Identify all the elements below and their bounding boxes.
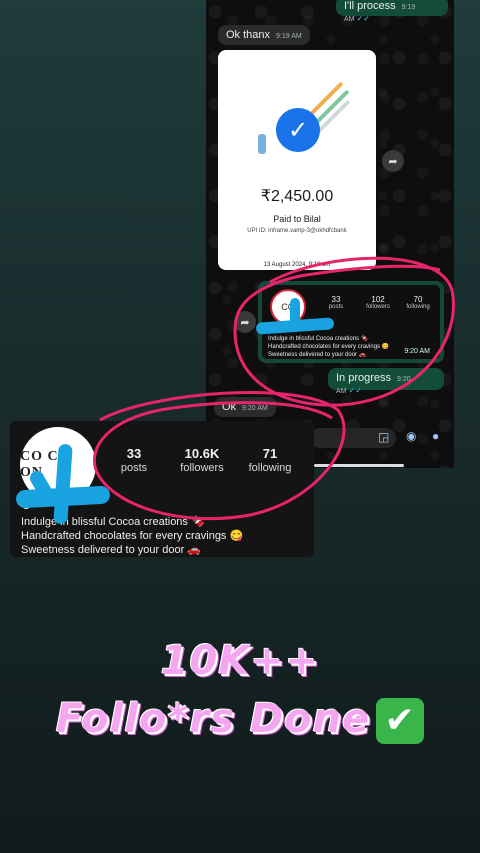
bio-line: Handcrafted chocolates for every craving… xyxy=(268,344,390,350)
scribble-redaction xyxy=(290,298,300,332)
person-illustration xyxy=(258,134,266,154)
shared-following-stat: 70 following xyxy=(398,295,438,310)
bio-line: Handcrafted chocolates for every craving… xyxy=(21,530,244,542)
read-ticks-icon: ✓✓ xyxy=(356,14,370,23)
stat-label: following xyxy=(406,304,430,310)
forward-icon[interactable]: ➦ xyxy=(234,311,256,333)
shared-followers-stat: 102 followers xyxy=(358,295,398,310)
stat-label: posts xyxy=(328,304,344,310)
payment-upi-id: UPI ID: inframe.vamp-3@okhdfcbank xyxy=(247,228,347,234)
message-text: In progress xyxy=(336,372,392,384)
check-icon: ✔ xyxy=(376,698,425,744)
home-indicator xyxy=(314,464,404,467)
sticker-icon[interactable]: ◲ xyxy=(378,430,389,444)
bio-line: Indulge in blissful Cocoa creations 🍫 xyxy=(21,516,205,528)
posts-stat[interactable]: 33 posts xyxy=(114,446,154,474)
message-out-progress: In progress 9:20 AM ✓✓ xyxy=(328,368,444,395)
payment-recipient: Paid to Bilal xyxy=(273,214,321,224)
message-time: 9:19 AM xyxy=(276,33,302,40)
followers-stat[interactable]: 10.6K followers xyxy=(174,446,230,474)
stat-number: 10.6K xyxy=(184,446,220,461)
message-input-bar: ◲ ◉ ● xyxy=(310,426,454,450)
payment-amount: ₹2,450.00 xyxy=(260,188,334,205)
bio-line: Sweetness delivered to your door 🚗 xyxy=(21,544,202,556)
message-text: I'll process xyxy=(344,0,396,12)
payment-receipt[interactable]: ✓ ₹2,450.00 Paid to Bilal UPI ID: infram… xyxy=(218,50,376,270)
message-text: Ok thanx xyxy=(226,29,271,41)
headline-line-2: Follo*rs Done ✔ xyxy=(0,696,480,744)
stat-number: 33 xyxy=(126,446,142,461)
headline-line-1: 10K++ xyxy=(160,638,320,684)
story-canvas: I'll process 9:19 AM ✓✓ Ok thanx 9:19 AM ✓ … xyxy=(0,0,480,853)
stat-label: followers xyxy=(366,304,390,310)
message-time: 9:20 AM xyxy=(404,348,430,355)
headline-text: Follo*rs Done xyxy=(55,696,371,742)
shared-profile-bio: Indulge in blissful Cocoa creations 🍫 Ha… xyxy=(268,335,389,359)
shared-posts-stat: 33 posts xyxy=(316,295,356,310)
check-icon: ✓ xyxy=(276,108,320,152)
chat-screenshot: I'll process 9:19 AM ✓✓ Ok thanx 9:19 AM ✓ … xyxy=(206,0,454,468)
message-text: Ok xyxy=(222,401,237,413)
camera-icon[interactable]: ◉ xyxy=(406,429,416,443)
stat-number: 71 xyxy=(262,446,278,461)
stat-label: following xyxy=(248,462,292,474)
stat-label: posts xyxy=(120,462,148,474)
stat-number: 70 xyxy=(413,295,423,304)
message-in-thanx: Ok thanx 9:19 AM xyxy=(218,25,310,45)
stat-label: followers xyxy=(180,462,224,474)
message-out-process: I'll process 9:19 AM ✓✓ xyxy=(336,0,448,23)
message-in-ok: Ok 9:20 AM xyxy=(214,397,276,417)
stat-number: 102 xyxy=(371,295,385,304)
bio-line: Indulge in blissful Cocoa creations 🍫 xyxy=(268,336,369,342)
message-time: 9:20 AM xyxy=(242,405,268,412)
bio-line: Sweetness delivered to your door 🚗 xyxy=(268,352,367,358)
payment-date: 13 August 2024, 9:19 am xyxy=(263,262,331,268)
mic-icon[interactable]: ● xyxy=(432,429,439,443)
following-stat[interactable]: 71 following xyxy=(244,446,296,474)
stat-number: 33 xyxy=(331,295,341,304)
forward-icon[interactable]: ➦ xyxy=(382,150,404,172)
read-ticks-icon: ✓✓ xyxy=(348,386,362,395)
